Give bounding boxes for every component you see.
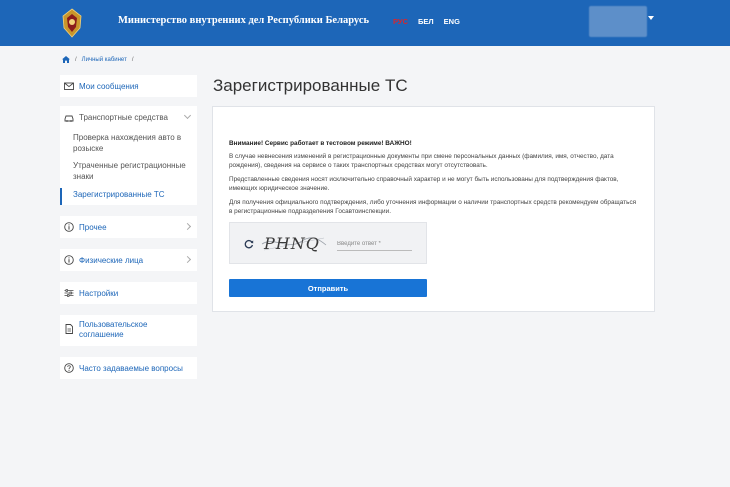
warning-text: Внимание! Сервис работает в тестовом реж… [229, 140, 412, 147]
info-paragraph: Для получения официального подтверждения… [229, 199, 637, 215]
sidebar-item-settings[interactable]: Настройки [60, 282, 197, 304]
breadcrumb-separator: / [131, 56, 134, 63]
sidebar-item-label: Физические лица [79, 255, 144, 265]
sidebar-item-label: Настройки [79, 288, 119, 298]
home-icon[interactable] [62, 56, 70, 63]
lang-bel[interactable]: БЕЛ [418, 17, 434, 26]
language-switcher: РУС БЕЛ ENG [393, 17, 460, 26]
captcha-text: PHNQ [263, 234, 320, 253]
refresh-icon[interactable] [244, 239, 254, 249]
submenu-item-lost-plates[interactable]: Утраченные регистрационные знаки [60, 156, 197, 184]
lang-eng[interactable]: ENG [444, 17, 460, 26]
caret-down-icon[interactable] [648, 16, 654, 20]
user-menu[interactable] [589, 6, 647, 37]
sidebar-item-messages[interactable]: Мои сообщения [60, 75, 197, 97]
submenu-item-registered-vehicles[interactable]: Зарегистрированные ТС [60, 188, 197, 205]
sidebar-item-agreement[interactable]: Пользовательское соглашение [60, 315, 197, 346]
sidebar-item-label: Прочее [79, 222, 107, 232]
sidebar-item-label: Мои сообщения [79, 81, 139, 91]
info-paragraph: Представленные сведения носят исключител… [229, 176, 619, 192]
question-circle-icon [64, 363, 74, 373]
submit-button[interactable]: Отправить [229, 279, 427, 297]
breadcrumb: / Личный кабинет / [62, 56, 133, 63]
ministry-emblem-icon[interactable] [61, 8, 83, 38]
ministry-title[interactable]: Министерство внутренних дел Республики Б… [118, 15, 369, 26]
chevron-right-icon [183, 255, 192, 264]
envelope-icon [64, 82, 74, 90]
page-title: Зарегистрированные ТС [213, 76, 408, 95]
captcha-answer-input[interactable] [337, 237, 412, 251]
sidebar-item-faq[interactable]: Часто задаваемые вопросы [60, 357, 197, 379]
breadcrumb-separator: / [75, 56, 77, 63]
sidebar-item-label: Часто задаваемые вопросы [79, 363, 183, 373]
car-icon [64, 115, 74, 122]
sidebar-item-vehicles[interactable]: Транспортные средства [60, 106, 197, 129]
submenu-item-wanted-check[interactable]: Проверка нахождения авто в розыске [60, 129, 197, 156]
sliders-icon [64, 289, 74, 297]
sidebar-item-individuals[interactable]: Физические лица [60, 249, 197, 271]
chevron-down-icon [183, 111, 192, 119]
sidebar-item-label: Пользовательское соглашение [79, 320, 148, 339]
chevron-right-icon [183, 222, 192, 231]
lang-rus[interactable]: РУС [393, 17, 408, 26]
sidebar-item-label: Транспортные средства [79, 113, 168, 122]
document-icon [65, 324, 73, 334]
sidebar-item-other[interactable]: Прочее [60, 216, 197, 238]
breadcrumb-personal-cabinet[interactable]: Личный кабинет [82, 57, 127, 63]
vehicles-submenu: Проверка нахождения авто в розыске Утрач… [60, 129, 197, 205]
info-circle-icon [64, 222, 74, 232]
captcha-image: PHNQ [261, 234, 327, 253]
top-header: Министерство внутренних дел Республики Б… [0, 0, 730, 46]
info-paragraph: В случае невнесения изменений в регистра… [229, 153, 614, 169]
info-circle-icon [64, 255, 74, 265]
